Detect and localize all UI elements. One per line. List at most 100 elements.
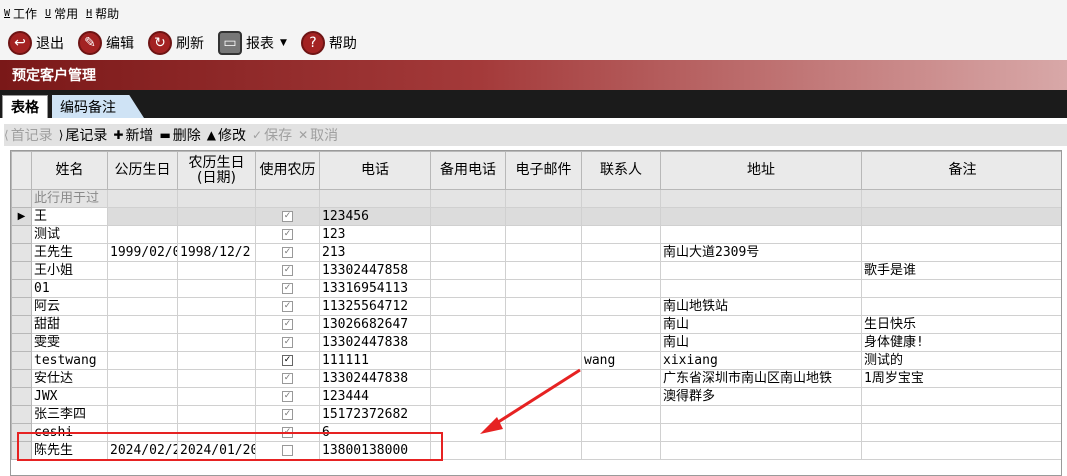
edit-button[interactable]: ✎ 编辑 [78,31,134,55]
cell-phone[interactable]: 13316954113 [319,279,431,298]
table-row[interactable]: 测试 ✓ 123 [11,225,1061,244]
use-lunar-checkbox-cell[interactable]: ✓ [255,261,320,280]
checkbox[interactable]: ✓ [282,264,293,276]
cell-alt[interactable] [430,225,506,244]
table-row[interactable]: 01 ✓ 13316954113 [11,279,1061,298]
cell-note[interactable]: 生日快乐 [861,315,1061,334]
last-record-button[interactable]: ⟩ 尾记录 [59,125,108,145]
cell-addr[interactable] [660,423,862,442]
table-row[interactable]: 阿云 ✓ 11325564712 南山地铁站 [11,297,1061,316]
use-lunar-checkbox-cell[interactable]: ✓ [255,387,320,406]
cell-solar[interactable] [107,207,178,226]
row-indicator[interactable] [11,297,32,316]
use-lunar-checkbox-cell[interactable]: ✓ [255,333,320,352]
cell-alt[interactable] [430,315,506,334]
cell-email[interactable] [505,297,582,316]
cell-solar[interactable] [107,387,178,406]
cell-phone[interactable]: 15172372682 [319,405,431,424]
cell-phone[interactable]: 123444 [319,387,431,406]
cell-contact[interactable] [581,279,661,298]
cell-name[interactable]: 王 [31,207,108,226]
cell-alt[interactable] [430,243,506,262]
cell-addr[interactable]: 南山地铁站 [660,297,862,316]
customer-grid[interactable]: 姓名 公历生日 农历生日(日期) 使用农历 电话 备用电话 电子邮件 联系人 地… [10,150,1062,476]
help-button[interactable]: ? 帮助 [300,31,357,55]
table-row[interactable]: testwang ✓ 111111 wang xixiang 测试的 [11,351,1061,370]
report-button[interactable]: ▭ 报表 ▼ [218,31,287,55]
cell-note[interactable] [861,423,1061,442]
cell-name[interactable]: 01 [31,279,108,298]
menu-work[interactable]: W 工作 [4,5,37,22]
row-indicator[interactable] [11,243,32,262]
row-indicator[interactable] [11,261,32,280]
cell-lunar[interactable] [177,279,256,298]
cell-addr[interactable] [660,261,862,280]
cell-solar[interactable] [107,297,178,316]
cell-solar[interactable] [107,279,178,298]
cell-name[interactable]: 甜甜 [31,315,108,334]
checkbox[interactable]: ✓ [282,282,293,294]
cell-alt[interactable] [430,333,506,352]
checkbox[interactable]: ✓ [282,336,293,348]
cell-lunar[interactable] [177,315,256,334]
row-indicator[interactable] [11,387,32,406]
cell-note[interactable] [861,297,1061,316]
cell-email[interactable] [505,351,582,370]
cell-contact[interactable] [581,333,661,352]
cell-name[interactable]: 安仕达 [31,369,108,388]
checkbox[interactable]: ✓ [282,228,293,240]
cancel-button[interactable]: ✕ 取消 [298,125,338,145]
cell-contact[interactable] [581,423,661,442]
cell-lunar[interactable] [177,351,256,370]
cell-contact[interactable] [581,207,661,226]
cell-lunar[interactable] [177,207,256,226]
checkbox[interactable]: ✓ [282,390,293,402]
cell-name[interactable]: 测试 [31,225,108,244]
first-record-button[interactable]: ⟨ 首记录 [4,125,53,145]
refresh-button[interactable]: ↻ 刷新 [148,31,204,55]
cell-name[interactable]: 张三李四 [31,405,108,424]
cell-alt[interactable] [430,387,506,406]
cell-email[interactable] [505,405,582,424]
menu-common[interactable]: U 常用 [45,5,78,22]
col-header[interactable]: 联系人 [581,151,661,190]
checkbox[interactable]: ✓ [282,354,293,366]
cell-contact[interactable] [581,405,661,424]
menu-help[interactable]: H 帮助 [86,5,119,22]
filter-row[interactable]: 此行用于过 [11,189,1061,208]
cell-addr[interactable]: xixiang [660,351,862,370]
cell-phone[interactable]: 13302447838 [319,333,431,352]
cell-note[interactable]: 测试的 [861,351,1061,370]
cell-alt[interactable] [430,261,506,280]
cell-solar[interactable] [107,351,178,370]
cell-addr[interactable]: 广东省深圳市南山区南山地铁 [660,369,862,388]
cell-solar[interactable]: 1999/02/0 [107,243,178,262]
cell-lunar[interactable] [177,297,256,316]
cell-email[interactable] [505,225,582,244]
table-row[interactable]: JWX ✓ 123444 澳得群多 [11,387,1061,406]
use-lunar-checkbox-cell[interactable]: ✓ [255,369,320,388]
cell-solar[interactable] [107,405,178,424]
cell-contact[interactable] [581,387,661,406]
row-indicator[interactable] [11,225,32,244]
cell-name[interactable]: 雯雯 [31,333,108,352]
cell-contact[interactable] [581,297,661,316]
cell-phone[interactable]: 13302447838 [319,369,431,388]
cell-alt[interactable] [430,297,506,316]
cell-solar[interactable] [107,315,178,334]
cell-lunar[interactable] [177,261,256,280]
col-header[interactable]: 备用电话 [430,151,506,190]
cell-note[interactable] [861,225,1061,244]
row-indicator[interactable] [11,279,32,298]
cell-addr[interactable]: 澳得群多 [660,387,862,406]
cell-addr[interactable]: 南山 [660,333,862,352]
cell-email[interactable] [505,243,582,262]
use-lunar-checkbox-cell[interactable]: ✓ [255,351,320,370]
cell-email[interactable] [505,315,582,334]
col-header[interactable]: 农历生日(日期) [177,151,256,190]
col-header[interactable]: 使用农历 [255,151,320,190]
use-lunar-checkbox-cell[interactable]: ✓ [255,315,320,334]
cell-lunar[interactable]: 1998/12/2 [177,243,256,262]
checkbox[interactable]: ✓ [282,318,293,330]
table-row[interactable]: 安仕达 ✓ 13302447838 广东省深圳市南山区南山地铁 1周岁宝宝 [11,369,1061,388]
